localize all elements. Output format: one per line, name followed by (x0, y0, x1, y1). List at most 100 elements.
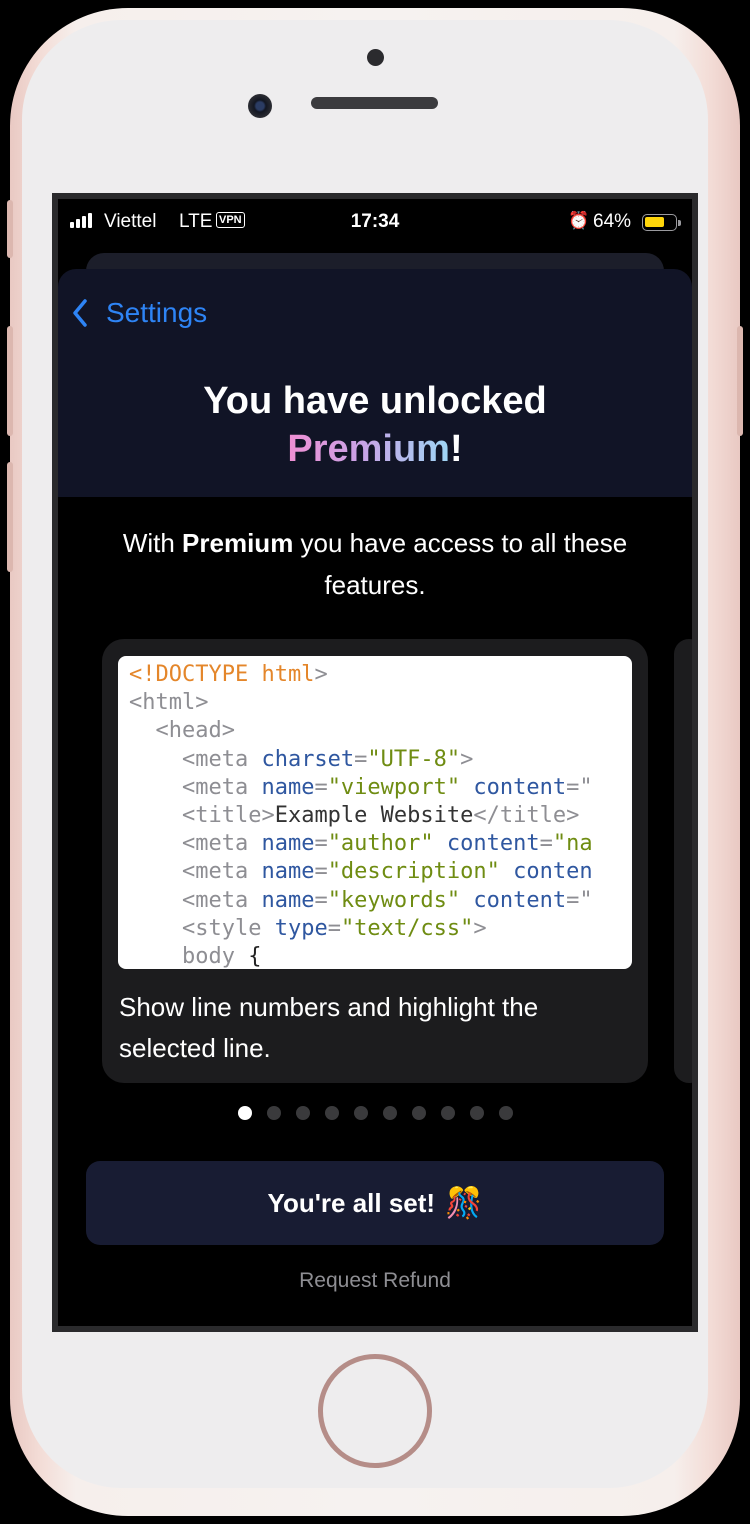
code-token: > (460, 746, 474, 772)
page-dot[interactable] (237, 1106, 252, 1120)
code-line: <meta name="keywords" content=" (129, 887, 632, 915)
code-line: <style type="text/css"> (129, 915, 632, 943)
title-line-1: You have unlocked (203, 380, 547, 422)
volume-down-button (7, 462, 13, 572)
code-preview: <!DOCTYPE html> <html> <head> <meta chars… (118, 656, 632, 969)
code-token: = (314, 887, 328, 913)
code-token: Example Website (274, 803, 474, 829)
status-bar: Viettel LTE VPN 17:34 ⏰ 64% (58, 199, 692, 243)
code-token: <meta (129, 859, 262, 885)
code-token: "description" (327, 859, 500, 885)
page-dot[interactable] (440, 1106, 455, 1120)
page-dot[interactable] (411, 1106, 426, 1120)
request-refund-link[interactable]: Request Refund (58, 1269, 692, 1293)
code-token: = (539, 831, 553, 857)
page-title: You have unlocked Premium! (58, 377, 692, 473)
subtitle-bold: Premium (182, 528, 294, 558)
sheet-header: Settings You have unlocked Premium! (58, 269, 692, 497)
title-premium: Premium (287, 428, 450, 470)
code-token: </title> (473, 803, 580, 829)
code-token: "na (552, 831, 593, 857)
code-token: "viewport" (327, 774, 461, 800)
page-dot[interactable] (295, 1106, 310, 1120)
home-button[interactable] (318, 1354, 432, 1468)
code-token: "keywords" (327, 887, 461, 913)
screen: Viettel LTE VPN 17:34 ⏰ 64% Settings You… (52, 193, 698, 1332)
all-set-button-label: You're all set! (267, 1187, 436, 1218)
all-set-button[interactable]: You're all set! 🎊 (86, 1161, 664, 1245)
code-token: <head> (129, 718, 235, 744)
code-line: <meta name="author" content="na (129, 830, 632, 858)
code-token: type (274, 915, 328, 941)
page-dot[interactable] (324, 1106, 339, 1120)
code-token: name (261, 831, 315, 857)
code-token: content (473, 887, 567, 913)
feature-caption: Show line numbers and highlight the sele… (119, 992, 539, 1063)
code-line: <meta charset="UTF-8"> (129, 746, 632, 774)
volume-up-button (7, 326, 13, 436)
code-token: <title> (129, 803, 275, 829)
code-token: = (327, 915, 341, 941)
code-token: <html> (129, 690, 209, 716)
code-token: name (261, 859, 315, 885)
code-token: = (314, 831, 328, 857)
code-token: > (473, 915, 487, 941)
code-line: <head> (129, 717, 632, 745)
back-button-label: Settings (106, 297, 208, 328)
page-dot[interactable] (353, 1106, 368, 1120)
code-token: "text/css" (340, 915, 474, 941)
code-token: = (314, 774, 328, 800)
next-feature-card[interactable] (674, 639, 692, 1083)
code-line: <html> (129, 689, 632, 717)
code-token: conten (513, 859, 593, 885)
front-camera-icon (248, 94, 272, 118)
code-token: charset (261, 746, 355, 772)
battery-icon (642, 214, 681, 231)
proximity-sensor (367, 49, 384, 66)
battery-level-fill (645, 217, 664, 227)
page-dot[interactable] (469, 1106, 484, 1120)
code-token: <meta (129, 887, 262, 913)
page-dot[interactable] (382, 1106, 397, 1120)
page-dot[interactable] (498, 1106, 513, 1120)
code-line: <meta name="viewport" content=" (129, 774, 632, 802)
code-line: <!DOCTYPE html> (129, 661, 632, 689)
code-token: =" (566, 774, 593, 800)
code-token: content (446, 831, 540, 857)
mute-switch (7, 200, 13, 258)
code-token: name (261, 887, 315, 913)
premium-sheet: Settings You have unlocked Premium! With… (58, 269, 692, 1326)
page-dot[interactable] (266, 1106, 281, 1120)
back-button[interactable]: Settings (72, 297, 207, 329)
code-token: "author" (327, 831, 434, 857)
code-token: "UTF-8" (367, 746, 461, 772)
code-token: <!DOCTYPE html (129, 662, 315, 687)
chevron-left-icon (73, 299, 87, 327)
feature-card[interactable]: <!DOCTYPE html> <html> <head> <meta chars… (102, 639, 648, 1083)
code-token: > (314, 662, 328, 687)
page-indicator[interactable] (58, 1106, 692, 1120)
battery-percent: 64% (593, 211, 632, 232)
code-line: <meta name="description" conten (129, 858, 632, 886)
code-token: = (354, 746, 368, 772)
party-popper-icon: 🎊 (445, 1186, 483, 1220)
code-token: <style (129, 915, 275, 941)
code-line: body { (129, 943, 632, 969)
title-suffix: ! (449, 428, 463, 470)
code-line: <title>Example Website</title> (129, 802, 632, 830)
code-token: body (129, 944, 249, 969)
code-token: <meta (129, 774, 262, 800)
subtitle: With Premium you have access to all thes… (118, 522, 632, 606)
code-token: = (314, 859, 328, 885)
code-token: <meta (129, 746, 262, 772)
code-token: name (261, 774, 315, 800)
power-button (737, 326, 743, 436)
code-token: <meta (129, 831, 262, 857)
code-token: { (248, 944, 262, 969)
subtitle-suffix: you have access to all these features. (293, 528, 628, 600)
subtitle-prefix: With (122, 528, 183, 558)
